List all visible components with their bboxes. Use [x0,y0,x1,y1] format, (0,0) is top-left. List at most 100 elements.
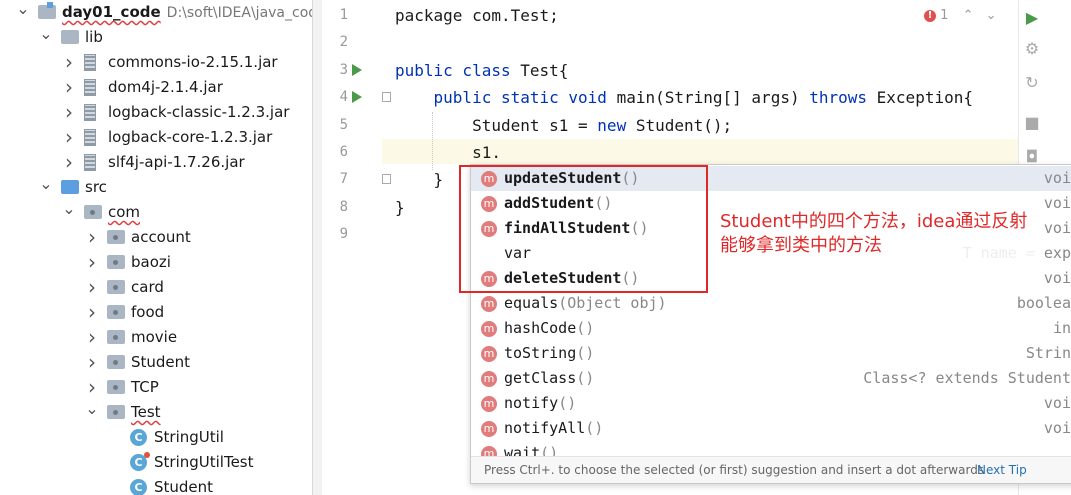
run-gutter-icon[interactable] [352,91,362,104]
line-number: 6 [339,144,348,160]
chevron-right-icon[interactable]: › [62,75,76,100]
completion-item-type: voi [1043,394,1071,412]
tree-node[interactable]: C StringUtil [0,425,312,450]
tree-node[interactable]: ⌄ lib [0,25,312,50]
chevron-down-icon[interactable]: ⌄ [39,175,53,193]
code-line[interactable]: public static void main(String[] args) t… [395,84,973,111]
stop-icon[interactable]: ■ [1021,112,1043,134]
chevron-down-icon[interactable]: ⌄ [39,25,53,43]
package-icon [107,380,125,394]
keyword-token: public class [395,60,521,80]
jar-icon [84,79,96,96]
completion-item-name: findAllStudent() [504,219,649,237]
code-token: } [395,170,444,190]
completion-item[interactable]: m getClass() Class<? extends Student [471,366,1071,391]
chevron-right-icon[interactable]: › [62,125,76,150]
chevron-right-icon[interactable]: › [62,50,76,75]
inspection-widget[interactable]: ! 1 ⌃ ⌄ [924,6,997,26]
chevron-down-icon[interactable]: ⌄ [62,200,76,218]
chevron-right-icon[interactable]: › [85,350,99,375]
chevron-right-icon[interactable]: › [85,300,99,325]
panel-divider[interactable] [312,0,322,495]
tree-node[interactable]: › slf4j-api-1.7.26.jar [0,150,312,175]
tree-node-label: Test [131,400,161,425]
tree-node[interactable]: › logback-classic-1.2.3.jar [0,100,312,125]
completion-item[interactable]: m updateStudent() voi [471,166,1071,191]
tree-node-label: dom4j-2.1.4.jar [108,75,223,100]
line-number: 9 [339,226,348,243]
tree-node[interactable]: ⌄ src [0,175,312,200]
chevron-right-icon[interactable]: › [85,250,99,275]
tree-node[interactable]: › commons-io-2.15.1.jar [0,50,312,75]
chevron-right-icon[interactable]: › [85,225,99,250]
code-line[interactable]: } [395,166,444,193]
tree-node[interactable]: ⌄ day01_code D:\soft\IDEA\java_code [0,0,312,25]
completion-item-params: () [576,319,595,337]
code-line[interactable]: s1. [395,139,501,166]
chevron-right-icon[interactable]: › [85,325,99,350]
tree-node-text: lib [85,28,103,46]
completion-item[interactable]: m notifyAll() voi [471,416,1071,441]
code-line[interactable]: Student s1 = new Student(); [395,112,732,139]
completion-item[interactable]: m toString() Strin [471,341,1071,366]
code-token: } [395,197,405,217]
tree-node[interactable]: ⌄ Test [0,400,312,425]
module-folder-icon [38,2,56,19]
tree-node-label: movie [131,325,177,350]
completion-item-name: hashCode() [504,319,595,337]
fold-marker-icon[interactable] [382,92,391,103]
chevron-down-icon[interactable]: ⌄ [85,400,99,418]
code-line[interactable]: public class Test{ [395,57,568,84]
run-gutter-icon[interactable] [352,63,362,76]
run-icon[interactable]: ▶ [1021,7,1043,29]
jar-icon [84,54,96,71]
tree-node-label: com [108,200,140,225]
chevron-right-icon[interactable]: › [62,150,76,175]
tree-node[interactable]: › TCP [0,375,312,400]
completion-item[interactable]: m notify() voi [471,391,1071,416]
tree-node[interactable]: › food [0,300,312,325]
chevron-down-icon[interactable]: ⌄ [986,8,997,23]
rerun-icon[interactable]: ↻ [1021,72,1043,94]
completion-item[interactable]: m equals(Object obj) boolea [471,291,1071,316]
completion-item[interactable]: m deleteStudent() voi [471,266,1071,291]
chevron-right-icon[interactable]: › [85,275,99,300]
tree-node[interactable]: › account [0,225,312,250]
completion-item-name: addStudent() [504,194,613,212]
tree-node[interactable]: C StringUtilTest [0,450,312,475]
chevron-up-icon[interactable]: ⌃ [963,8,974,23]
package-icon [107,280,125,294]
tree-node-text: Student [131,353,191,371]
tree-node-text: logback-core-1.2.3.jar [108,128,273,146]
code-token: main(String[] args) [616,88,810,108]
tree-node[interactable]: ⌄ com [0,200,312,225]
tree-node-text: card [131,278,164,296]
tree-node[interactable]: › dom4j-2.1.4.jar [0,75,312,100]
jar-icon [84,154,96,171]
debug-icon[interactable]: ⚙ [1021,38,1043,60]
tree-node[interactable]: › card [0,275,312,300]
code-token: package [395,6,473,25]
code-line[interactable]: } [395,194,405,221]
line-number: 2 [339,34,348,51]
tree-node-text: account [131,228,191,246]
completion-item[interactable]: m hashCode() in [471,316,1071,341]
tree-node[interactable]: › movie [0,325,312,350]
chevron-down-icon[interactable]: ⌄ [16,0,30,18]
tree-node[interactable]: C Student [0,475,312,495]
next-tip-link[interactable]: Next Tip [977,457,1027,483]
code-line[interactable]: package com.Test; [395,2,559,29]
tree-node-text: Student [154,478,214,495]
chevron-right-icon[interactable]: › [62,100,76,125]
tree-node[interactable]: › Student [0,350,312,375]
method-icon: m [481,371,497,387]
completion-item-params: () [621,169,640,187]
tree-node[interactable]: › logback-core-1.2.3.jar [0,125,312,150]
completion-item-type: Class<? extends Student [863,369,1071,387]
completion-item-params: () [621,269,640,287]
tree-node-label: src [85,175,107,200]
chevron-right-icon[interactable]: › [85,375,99,400]
tree-node-text: src [85,178,107,196]
fold-marker-icon[interactable] [382,174,391,185]
tree-node[interactable]: › baozi [0,250,312,275]
